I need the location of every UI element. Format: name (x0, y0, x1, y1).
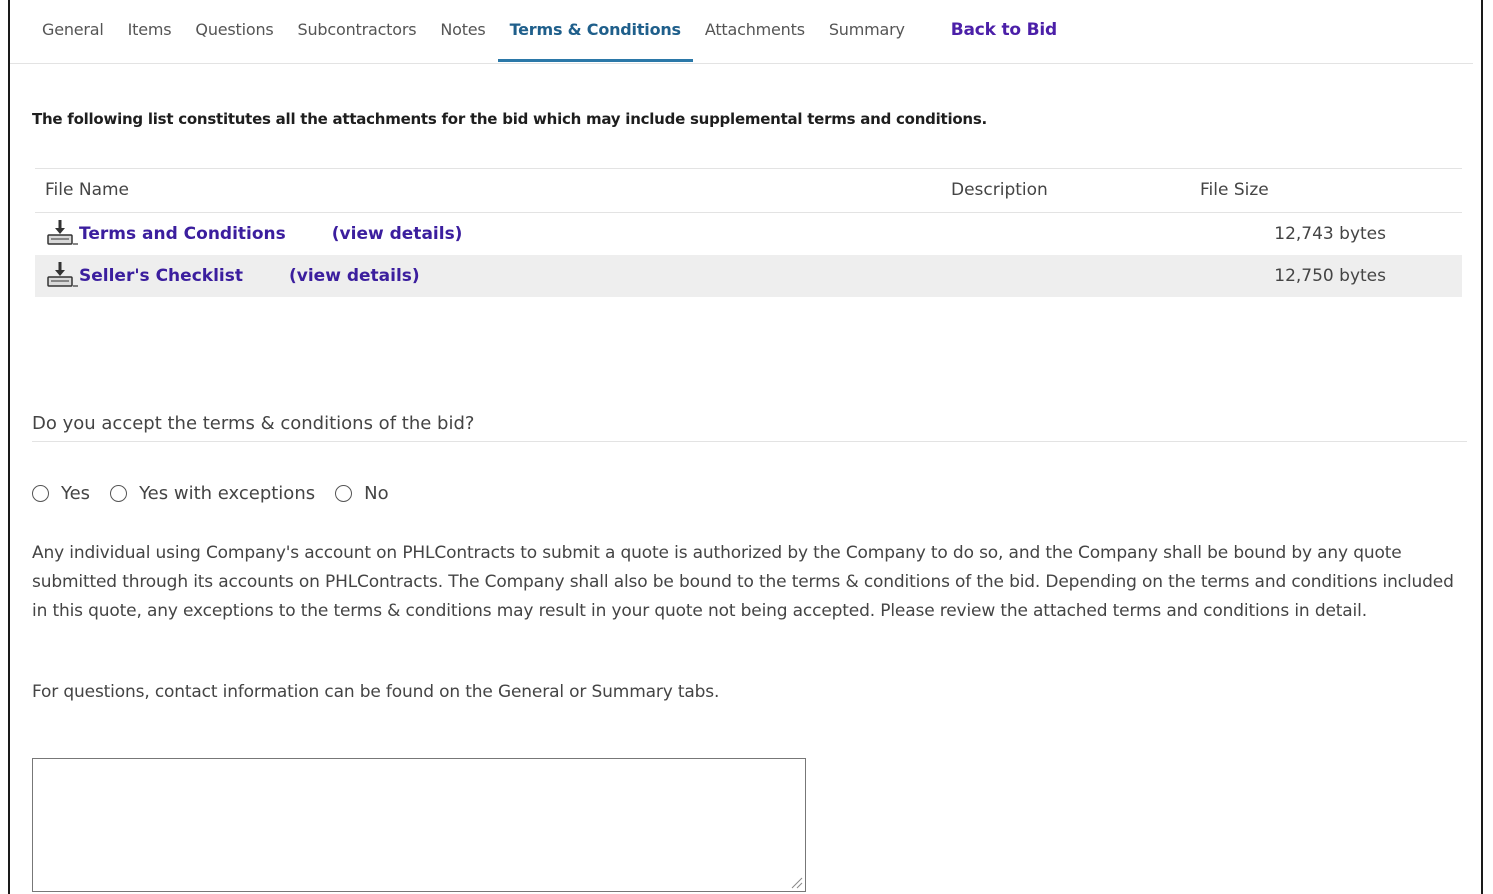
tab-items[interactable]: Items (116, 0, 184, 62)
resize-grip-icon[interactable] (789, 875, 803, 889)
view-details-link[interactable]: (view details) (332, 213, 463, 255)
tab-attachments[interactable]: Attachments (693, 0, 817, 62)
tab-summary[interactable]: Summary (817, 0, 917, 62)
tab-questions[interactable]: Questions (183, 0, 285, 62)
tabs-divider (10, 63, 1473, 64)
download-icon[interactable] (45, 218, 79, 246)
table-header-row: File Name Description File Size (35, 169, 1462, 213)
table-row: Seller's Checklist (view details) 12,750… (35, 255, 1462, 297)
question-divider (32, 441, 1467, 442)
view-details-link[interactable]: (view details) (289, 255, 420, 297)
acceptance-radio-group: Yes Yes with exceptions No (32, 483, 409, 504)
header-file-size: File Size (1200, 180, 1269, 200)
contact-note: For questions, contact information can b… (32, 682, 720, 702)
terms-question: Do you accept the terms & conditions of … (32, 413, 475, 434)
tab-terms-conditions[interactable]: Terms & Conditions (497, 0, 693, 62)
radio-label: No (364, 483, 389, 504)
header-description: Description (951, 180, 1048, 200)
file-link-terms-and-conditions[interactable]: Terms and Conditions (79, 213, 286, 255)
radio-yes-with-exceptions[interactable]: Yes with exceptions (110, 483, 315, 504)
download-icon[interactable] (45, 260, 79, 288)
header-file-name: File Name (45, 180, 130, 200)
back-to-bid-link[interactable]: Back to Bid (939, 0, 1069, 62)
attachments-table: File Name Description File Size Terms an… (35, 168, 1462, 297)
table-row: Terms and Conditions (view details) 12,7… (35, 213, 1462, 255)
file-cell: Seller's Checklist (view details) (45, 255, 420, 297)
tab-general[interactable]: General (30, 0, 116, 62)
radio-label: Yes with exceptions (139, 483, 316, 504)
file-size: 12,743 bytes (1274, 224, 1386, 244)
exceptions-comment-field[interactable] (32, 758, 806, 892)
file-size: 12,750 bytes (1274, 266, 1386, 286)
tab-subcontractors[interactable]: Subcontractors (286, 0, 429, 62)
file-cell: Terms and Conditions (view details) (45, 213, 462, 255)
radio-label: Yes (61, 483, 91, 504)
authorization-disclaimer: Any individual using Company's account o… (32, 543, 1454, 621)
radio-circle[interactable] (110, 485, 128, 502)
radio-circle[interactable] (32, 485, 49, 502)
file-link-sellers-checklist[interactable]: Seller's Checklist (79, 255, 243, 297)
radio-circle[interactable] (335, 485, 353, 502)
radio-yes[interactable]: Yes (32, 483, 90, 504)
radio-no[interactable]: No (335, 483, 389, 504)
tab-notes[interactable]: Notes (428, 0, 497, 62)
attachments-intro: The following list constitutes all the a… (32, 110, 987, 128)
tab-bar: General Items Questions Subcontractors N… (30, 0, 1475, 62)
